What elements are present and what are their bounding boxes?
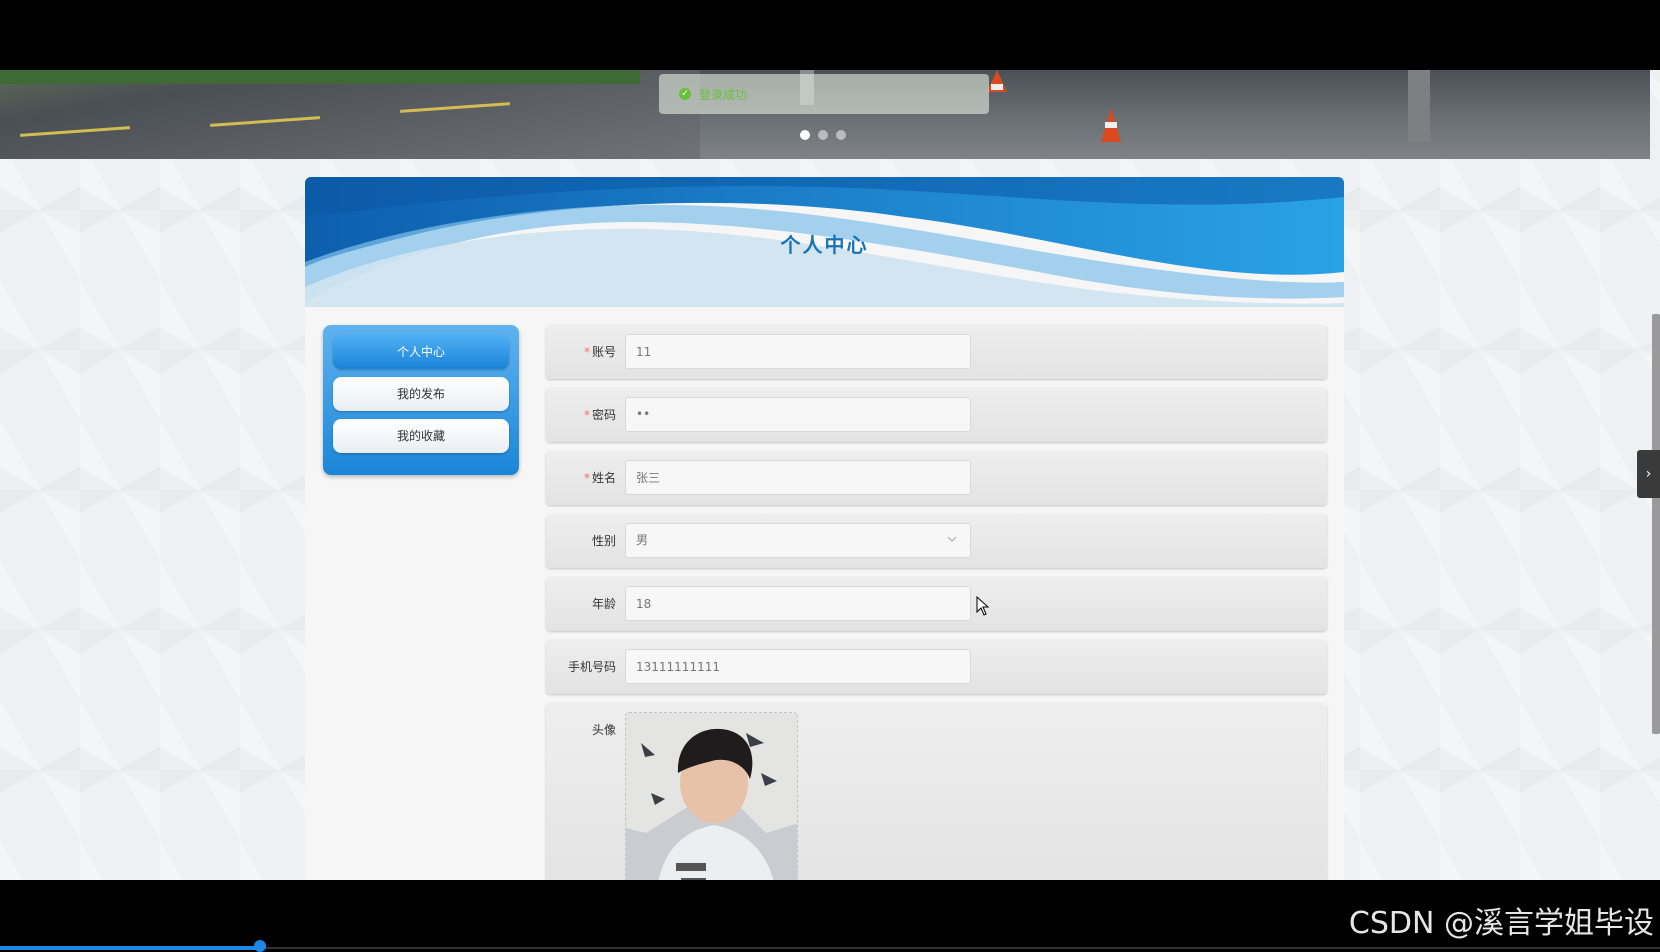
gender-select[interactable]: 男 bbox=[625, 523, 971, 558]
side-menu: 个人中心 我的发布 我的收藏 bbox=[323, 325, 519, 475]
carousel-dot[interactable] bbox=[836, 130, 846, 140]
password-label-text: 密码 bbox=[591, 408, 616, 422]
login-success-toast: ✓ 登录成功 bbox=[659, 74, 989, 114]
gender-label: 性别 bbox=[591, 534, 616, 548]
phone-input[interactable] bbox=[625, 649, 971, 684]
password-input[interactable]: •• bbox=[625, 397, 971, 432]
menu-item-my-posts[interactable]: 我的发布 bbox=[333, 377, 509, 411]
form-row-name: * 姓名 bbox=[546, 451, 1327, 505]
traffic-cone bbox=[987, 70, 1007, 92]
required-mark: * bbox=[583, 345, 590, 359]
profile-form: *账号 *密码 •• *姓名 性别 男 年龄 bbox=[546, 325, 1327, 880]
age-label: 年龄 bbox=[591, 597, 616, 611]
avatar-image bbox=[626, 713, 797, 880]
form-row-avatar: 头像 bbox=[546, 703, 1327, 880]
watermark: CSDN @溪言学姐毕设 bbox=[1348, 906, 1654, 941]
carousel-dot[interactable] bbox=[818, 130, 828, 140]
form-row-password: * 密码 •• bbox=[546, 388, 1327, 442]
banner-pole bbox=[1408, 70, 1430, 142]
name-label-text: 姓名 bbox=[591, 471, 616, 485]
carousel-indicators bbox=[800, 130, 846, 140]
age-input[interactable] bbox=[625, 586, 971, 621]
name-label: * 姓名 bbox=[546, 451, 616, 505]
account-label-text: 账号 bbox=[591, 345, 616, 359]
phone-label: 手机号码 bbox=[567, 660, 616, 674]
page-title: 个人中心 bbox=[780, 233, 869, 257]
password-label: * 密码 bbox=[546, 388, 616, 442]
name-input[interactable] bbox=[625, 460, 971, 495]
toast-message: 登录成功 bbox=[699, 87, 748, 102]
required-mark: * bbox=[583, 471, 590, 485]
avatar-uploader[interactable] bbox=[625, 712, 798, 880]
page-viewport: ✓ 登录成功 个人中心 个人中心 我的发布 我的收藏 * 账号 11 * 密码 … bbox=[0, 70, 1660, 880]
video-progress-knob[interactable] bbox=[254, 940, 266, 952]
required-mark: * bbox=[583, 408, 590, 422]
drawer-toggle-chevron-right-icon[interactable]: › bbox=[1637, 450, 1660, 498]
carousel-dot[interactable] bbox=[800, 130, 810, 140]
menu-item-personal-center[interactable]: 个人中心 bbox=[333, 335, 509, 369]
banner-carousel[interactable]: ✓ 登录成功 bbox=[0, 70, 1650, 159]
form-row-phone: 手机号码 bbox=[546, 640, 1327, 694]
menu-item-my-favorites[interactable]: 我的收藏 bbox=[333, 419, 509, 453]
avatar-label: 头像 bbox=[591, 723, 616, 737]
account-label: * 账号 bbox=[546, 325, 616, 379]
form-row-age: 年龄 bbox=[546, 577, 1327, 631]
form-row-account: * 账号 bbox=[546, 325, 1327, 379]
mouse-cursor-icon bbox=[976, 596, 990, 616]
chevron-down-icon[interactable] bbox=[946, 533, 958, 545]
page-scrollbar[interactable] bbox=[1652, 314, 1660, 734]
video-progress-bar[interactable] bbox=[0, 946, 260, 950]
form-row-gender: 性别 男 bbox=[546, 514, 1327, 568]
traffic-cone bbox=[1101, 108, 1121, 142]
banner-grass bbox=[0, 70, 640, 84]
personal-center-panel: 个人中心 个人中心 我的发布 我的收藏 *账号 *密码 •• *姓名 性别 男 bbox=[305, 177, 1344, 880]
account-input[interactable] bbox=[625, 334, 971, 369]
success-check-icon: ✓ bbox=[679, 88, 691, 100]
